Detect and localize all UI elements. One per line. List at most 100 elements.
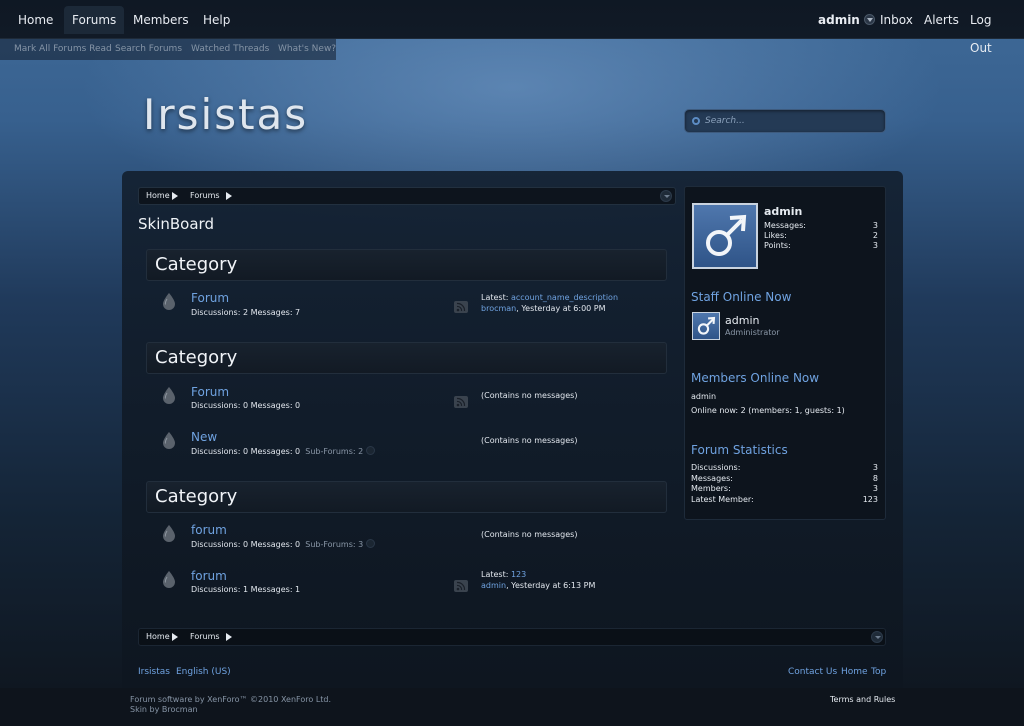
breadcrumb-arrow-icon bbox=[226, 192, 232, 200]
top-link[interactable]: Top bbox=[871, 667, 886, 677]
forum-stats: Discussions: 2 Messages: 7 bbox=[191, 308, 301, 317]
site-logo[interactable]: Irsistas bbox=[143, 90, 308, 139]
likes-count: 2 bbox=[872, 231, 878, 240]
online-summary: Online now: 2 (members: 1, guests: 1) bbox=[691, 406, 845, 415]
forum-read-icon bbox=[162, 431, 176, 449]
no-messages-text: (Contains no messages) bbox=[481, 530, 578, 539]
staff-role: Administrator bbox=[725, 328, 780, 337]
latest-thread-link[interactable]: 123 bbox=[511, 570, 526, 579]
chevron-down-icon[interactable] bbox=[366, 446, 376, 455]
messages-label: Messages: bbox=[764, 221, 806, 230]
stat-members: 3 bbox=[872, 484, 878, 493]
subforums-link[interactable]: Sub-Forums: 2 bbox=[305, 447, 363, 456]
whats-new-link[interactable]: What's New? bbox=[278, 44, 336, 54]
tab-home[interactable]: Home bbox=[10, 6, 61, 34]
stat-messages: 8 bbox=[872, 474, 878, 483]
no-messages-text: (Contains no messages) bbox=[481, 391, 578, 400]
forum-stats: Discussions: 1 Messages: 1 bbox=[191, 585, 301, 594]
category-header[interactable]: Category bbox=[146, 249, 667, 281]
forum-stats: Discussions: 0 Messages: 0 Sub-Forums: 3 bbox=[191, 539, 376, 549]
forum-stats: Discussions: 0 Messages: 0 Sub-Forums: 2 bbox=[191, 446, 376, 456]
breadcrumb-home[interactable]: Home bbox=[146, 632, 170, 641]
latest-label: Latest: bbox=[481, 293, 509, 302]
search-forums-link[interactable]: Search Forums bbox=[115, 44, 182, 54]
stat-latest-member[interactable]: 123 bbox=[848, 495, 878, 504]
breadcrumb bbox=[138, 628, 886, 646]
user-menu-name: admin bbox=[818, 13, 860, 27]
latest-thread-link[interactable]: account_name_description bbox=[511, 293, 618, 302]
forum-stats-text: Discussions: 0 Messages: 0 bbox=[191, 447, 301, 456]
search-box[interactable] bbox=[684, 109, 886, 133]
points-count: 3 bbox=[872, 241, 878, 250]
language-chooser[interactable]: English (US) bbox=[176, 667, 231, 677]
forum-read-icon bbox=[162, 386, 176, 404]
breadcrumb-forums[interactable]: Forums bbox=[190, 191, 220, 200]
subforums-link[interactable]: Sub-Forums: 3 bbox=[305, 540, 363, 549]
inbox-link[interactable]: Inbox bbox=[872, 6, 921, 34]
stat-latest-label: Latest Member: bbox=[691, 495, 754, 504]
breadcrumb-menu-icon[interactable] bbox=[871, 631, 883, 643]
breadcrumb-arrow-icon bbox=[172, 192, 178, 200]
forum-title[interactable]: forum bbox=[191, 569, 227, 583]
avatar[interactable] bbox=[692, 203, 758, 269]
stat-messages-label: Messages: bbox=[691, 474, 733, 483]
latest-user-link[interactable]: admin bbox=[481, 581, 506, 590]
forum-read-icon bbox=[162, 570, 176, 588]
latest-post: Latest: 123 admin, Yesterday at 6:13 PM bbox=[481, 569, 595, 591]
latest-post: Latest: account_name_description brocman… bbox=[481, 292, 618, 314]
rss-icon[interactable] bbox=[454, 393, 468, 408]
forum-stats: Discussions: 0 Messages: 0 bbox=[191, 401, 301, 410]
online-member[interactable]: admin bbox=[691, 392, 716, 401]
category-header[interactable]: Category bbox=[146, 481, 667, 513]
sidebar-username[interactable]: admin bbox=[764, 205, 802, 218]
forum-stats-text: Discussions: 0 Messages: 0 bbox=[191, 540, 301, 549]
breadcrumb-menu-icon[interactable] bbox=[660, 190, 672, 202]
breadcrumb-home[interactable]: Home bbox=[146, 191, 170, 200]
contact-us-link[interactable]: Contact Us bbox=[788, 667, 837, 677]
search-icon bbox=[692, 117, 700, 125]
stat-members-label: Members: bbox=[691, 484, 731, 493]
forum-title[interactable]: Forum bbox=[191, 385, 229, 399]
page-title: SkinBoard bbox=[138, 215, 214, 233]
rss-icon[interactable] bbox=[454, 298, 468, 313]
staff-online-heading: Staff Online Now bbox=[691, 290, 792, 304]
latest-label: Latest: bbox=[481, 570, 509, 579]
male-symbol-icon bbox=[706, 214, 747, 256]
latest-time: , Yesterday at 6:00 PM bbox=[516, 304, 606, 313]
tab-forums[interactable]: Forums bbox=[64, 6, 125, 34]
male-symbol-icon bbox=[697, 316, 716, 335]
latest-user-link[interactable]: brocman bbox=[481, 304, 516, 313]
footer-home-link[interactable]: Home bbox=[841, 667, 868, 677]
staff-name[interactable]: admin bbox=[725, 314, 759, 327]
tab-help[interactable]: Help bbox=[195, 6, 238, 34]
no-messages-text: (Contains no messages) bbox=[481, 436, 578, 445]
forum-statistics-heading: Forum Statistics bbox=[691, 443, 788, 457]
watched-threads-link[interactable]: Watched Threads bbox=[191, 44, 269, 54]
points-label: Points: bbox=[764, 241, 791, 250]
tab-members[interactable]: Members bbox=[125, 6, 197, 34]
mark-all-read-link[interactable]: Mark All Forums Read bbox=[14, 44, 112, 54]
forum-title[interactable]: New bbox=[191, 430, 217, 444]
terms-link[interactable]: Terms and Rules bbox=[830, 695, 895, 704]
avatar[interactable] bbox=[692, 312, 720, 340]
logout-link[interactable]: Log Out bbox=[962, 6, 1024, 55]
skin-credit: Skin by Brocman bbox=[130, 705, 198, 714]
stat-discussions-label: Discussions: bbox=[691, 463, 741, 472]
breadcrumb-arrow-icon bbox=[172, 633, 178, 641]
alerts-link[interactable]: Alerts bbox=[916, 6, 967, 34]
category-header[interactable]: Category bbox=[146, 342, 667, 374]
forum-title[interactable]: Forum bbox=[191, 291, 229, 305]
copyright[interactable]: Forum software by XenForo™ ©2010 XenForo… bbox=[130, 695, 331, 704]
search-input[interactable] bbox=[705, 113, 875, 129]
breadcrumb-arrow-icon bbox=[226, 633, 232, 641]
messages-count: 3 bbox=[872, 221, 878, 230]
members-online-heading: Members Online Now bbox=[691, 371, 820, 385]
chevron-down-icon[interactable] bbox=[366, 539, 376, 548]
rss-icon[interactable] bbox=[454, 577, 468, 592]
breadcrumb-forums[interactable]: Forums bbox=[190, 632, 220, 641]
footer-home-link[interactable]: Irsistas bbox=[138, 667, 170, 677]
forum-read-icon bbox=[162, 292, 176, 310]
stat-discussions: 3 bbox=[872, 463, 878, 472]
forum-title[interactable]: forum bbox=[191, 523, 227, 537]
forum-read-icon bbox=[162, 524, 176, 542]
